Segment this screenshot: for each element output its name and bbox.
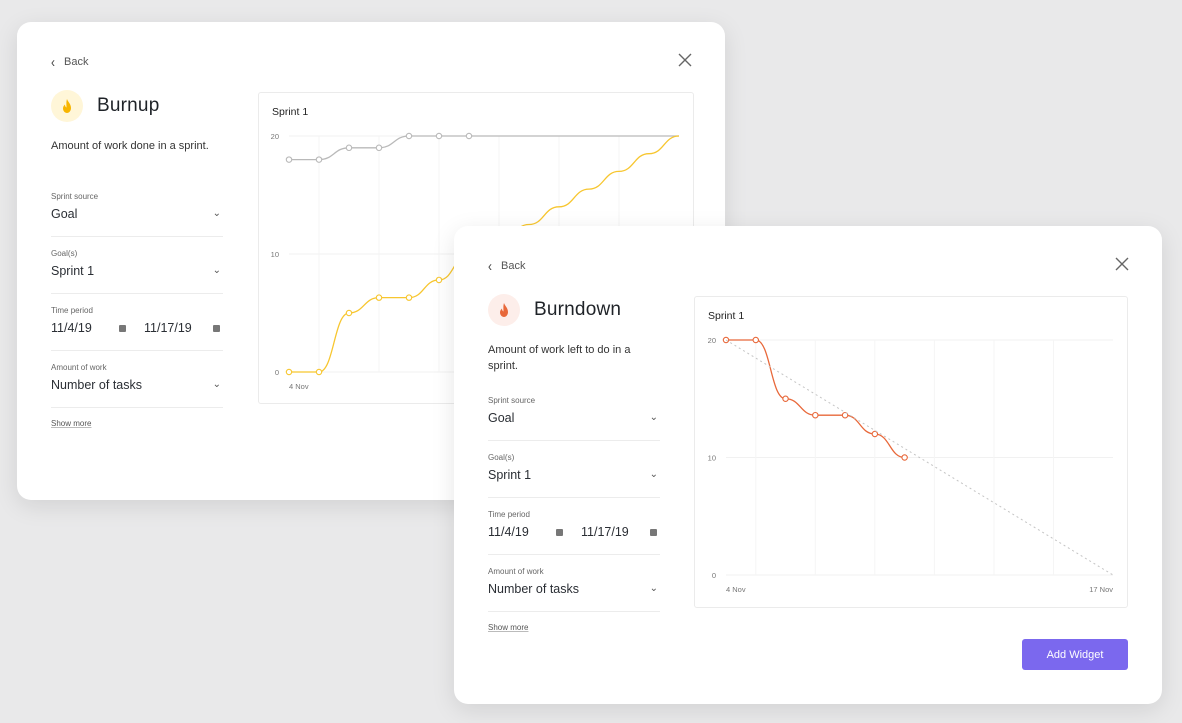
data-point bbox=[345, 309, 353, 317]
data-point bbox=[285, 156, 293, 163]
y-tick-label: 10 bbox=[708, 454, 716, 463]
data-point bbox=[345, 144, 353, 152]
field-label: Time period bbox=[488, 510, 530, 519]
field-label: Amount of work bbox=[488, 567, 544, 576]
data-point bbox=[285, 368, 293, 376]
burndown-widget-card: ‹ Back Burndown Amount of work left to d… bbox=[454, 226, 1162, 704]
data-point bbox=[435, 132, 443, 140]
time-period-field: Time period 11/4/19 11/17/19 bbox=[488, 510, 660, 555]
x-tick-label: 17 Nov bbox=[1089, 585, 1113, 594]
calendar-icon[interactable] bbox=[119, 325, 126, 332]
goals-select[interactable]: Goal(s) Sprint 1 ⌄ bbox=[51, 249, 223, 294]
data-point bbox=[405, 132, 413, 140]
chevron-down-icon[interactable]: ⌄ bbox=[213, 208, 221, 219]
show-more-link[interactable]: Show more bbox=[51, 419, 91, 428]
data-point bbox=[405, 294, 413, 301]
calendar-icon[interactable] bbox=[213, 325, 220, 332]
show-more-link[interactable]: Show more bbox=[488, 623, 528, 632]
chevron-down-icon[interactable]: ⌄ bbox=[650, 412, 658, 423]
burndown-chart-svg: 0 10 20 4 Nov 17 Nov bbox=[708, 336, 1114, 594]
goals-select[interactable]: Goal(s) Sprint 1 ⌄ bbox=[488, 453, 660, 498]
flame-icon bbox=[51, 90, 83, 122]
y-tick-label: 20 bbox=[708, 336, 716, 345]
back-label: Back bbox=[64, 56, 89, 68]
sprint-source-select[interactable]: Sprint source Goal ⌄ bbox=[51, 192, 223, 237]
field-label: Sprint source bbox=[51, 192, 99, 201]
back-button[interactable]: ‹ Back bbox=[488, 257, 526, 275]
amount-of-work-select[interactable]: Amount of work Number of tasks ⌄ bbox=[488, 567, 660, 612]
amount-of-work-select[interactable]: Amount of work Number of tasks ⌄ bbox=[51, 363, 223, 408]
data-point bbox=[375, 144, 383, 152]
burndown-chart: Sprint 1 0 10 20 4 Nov 17 Nov bbox=[694, 296, 1128, 608]
data-point bbox=[435, 276, 443, 284]
end-date-input[interactable]: 11/17/19 bbox=[581, 525, 629, 539]
time-period-field: Time period 11/4/19 11/17/19 bbox=[51, 306, 223, 351]
field-label: Goal(s) bbox=[488, 453, 515, 462]
start-date-input[interactable]: 11/4/19 bbox=[488, 525, 529, 539]
field-value: Number of tasks bbox=[488, 582, 580, 596]
y-tick-label: 0 bbox=[712, 571, 716, 580]
widget-title: Burndown bbox=[534, 299, 622, 320]
chevron-down-icon[interactable]: ⌄ bbox=[650, 469, 658, 480]
data-point bbox=[901, 454, 908, 461]
field-label: Amount of work bbox=[51, 363, 107, 372]
back-button[interactable]: ‹ Back bbox=[51, 53, 89, 71]
chevron-down-icon[interactable]: ⌄ bbox=[650, 583, 658, 594]
widget-description: Amount of work done in a sprint. bbox=[51, 140, 209, 152]
add-widget-button[interactable]: Add Widget bbox=[1022, 639, 1128, 670]
field-value: Number of tasks bbox=[51, 378, 143, 392]
data-point bbox=[812, 411, 819, 419]
field-label: Time period bbox=[51, 306, 93, 315]
back-label: Back bbox=[501, 260, 526, 272]
field-label: Goal(s) bbox=[51, 249, 78, 258]
data-point bbox=[782, 395, 789, 403]
calendar-icon[interactable] bbox=[556, 529, 563, 536]
widget-description: Amount of work left to do in a sprint. bbox=[488, 344, 631, 372]
y-tick-label: 20 bbox=[271, 132, 279, 141]
chevron-left-icon: ‹ bbox=[51, 53, 55, 71]
sprint-source-select[interactable]: Sprint source Goal ⌄ bbox=[488, 396, 660, 441]
x-tick-label: 4 Nov bbox=[726, 585, 746, 594]
field-value: Goal bbox=[51, 207, 78, 221]
data-point bbox=[465, 132, 473, 140]
widget-title: Burnup bbox=[97, 95, 160, 116]
chevron-left-icon: ‹ bbox=[488, 257, 492, 275]
close-icon[interactable] bbox=[677, 52, 693, 68]
flame-icon bbox=[488, 294, 520, 326]
chevron-down-icon[interactable]: ⌄ bbox=[213, 379, 221, 390]
data-point bbox=[752, 336, 760, 344]
field-label: Sprint source bbox=[488, 396, 536, 405]
calendar-icon[interactable] bbox=[650, 529, 657, 536]
y-tick-label: 10 bbox=[271, 250, 279, 259]
data-point bbox=[315, 156, 323, 163]
field-value: Goal bbox=[488, 411, 515, 425]
field-value: Sprint 1 bbox=[51, 264, 95, 278]
start-date-input[interactable]: 11/4/19 bbox=[51, 321, 92, 335]
chevron-down-icon[interactable]: ⌄ bbox=[213, 265, 221, 276]
data-point bbox=[315, 368, 323, 376]
end-date-input[interactable]: 11/17/19 bbox=[144, 321, 192, 335]
x-tick-label: 4 Nov bbox=[289, 382, 309, 391]
y-tick-label: 0 bbox=[275, 368, 279, 377]
field-value: Sprint 1 bbox=[488, 468, 532, 482]
close-icon[interactable] bbox=[1114, 256, 1130, 272]
data-point bbox=[375, 294, 383, 301]
